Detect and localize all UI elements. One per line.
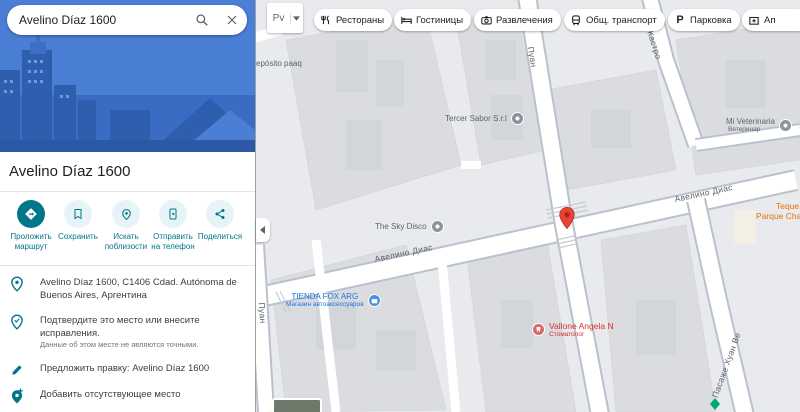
poi-generic-icon xyxy=(430,220,444,233)
search-box[interactable]: Avelino Díaz 1600 xyxy=(7,5,247,35)
hotel-icon xyxy=(400,14,412,26)
satellite-layer-thumbnail[interactable] xyxy=(272,398,322,412)
chip-hotels[interactable]: Гостиницы xyxy=(394,9,472,31)
pencil-icon xyxy=(12,365,22,375)
chip-entertainment[interactable]: Развлечения xyxy=(474,9,561,31)
chip-restaurants-label: Рестораны xyxy=(336,14,385,26)
chevron-down-icon xyxy=(293,15,300,21)
divider xyxy=(0,265,255,266)
poi-tienda-fox-label: TIENDA FOX ARG xyxy=(291,292,359,301)
poi-mi-veterinaria[interactable]: Mi Veterinaria Ветеринар xyxy=(726,117,792,133)
chip-pharmacy[interactable]: Ап xyxy=(742,9,800,31)
shopping-bag-icon xyxy=(367,293,381,307)
address-text: Avelino Díaz 1600, C1406 Cdad. Autónoma … xyxy=(40,277,237,301)
directions-label: Проложить маршрут xyxy=(10,232,52,251)
poi-vet-icon xyxy=(778,118,792,132)
chip-restaurants[interactable]: Рестораны xyxy=(314,9,393,31)
language-selector[interactable]: Pv xyxy=(267,3,303,33)
chip-parking-label: Парковка xyxy=(690,14,732,26)
action-bar: Проложить маршрут Сохранить Искать побли… xyxy=(0,200,255,260)
poi-generic-icon xyxy=(510,112,524,125)
poi-sky-disco[interactable]: The Sky Disco xyxy=(375,220,444,233)
dentist-icon xyxy=(532,323,545,336)
chip-pharmacy-label: Ап xyxy=(764,14,776,26)
place-panel: Avelino Díaz 1600 Avelino Díaz 1600 Прол… xyxy=(0,0,255,412)
confirm-note: Данные об этом месте не являются точными… xyxy=(40,340,199,349)
send-to-phone-icon xyxy=(159,200,187,228)
confirm-text: Подтвердите это место или внесите исправ… xyxy=(40,314,248,350)
poi-tercer-sabor-label: Tercer Sabor S.r.l xyxy=(445,114,507,123)
poi-tienda-fox-sub: Магазин автоаксессуаров xyxy=(286,301,364,308)
chevron-left-icon xyxy=(260,226,265,234)
save-label: Сохранить xyxy=(58,232,98,241)
pharmacy-icon xyxy=(748,14,760,26)
nearby-button[interactable]: Искать поблизости xyxy=(102,200,150,252)
map-label-teque[interactable]: Teque xyxy=(776,201,799,211)
collapse-panel-button[interactable] xyxy=(256,218,270,242)
bookmark-icon xyxy=(64,200,92,228)
location-pin-icon xyxy=(11,276,23,292)
send-to-phone-label: Отправить на телефон xyxy=(151,232,195,251)
chip-parking[interactable]: P Парковка xyxy=(668,9,740,31)
language-label: Pv xyxy=(267,12,291,24)
pegman-marker-icon[interactable] xyxy=(710,398,720,410)
map-canvas[interactable]: Авелино Диас Авелино Диас Пуан Кастро Па… xyxy=(256,0,800,412)
poi-sky-disco-label: The Sky Disco xyxy=(375,222,427,231)
save-button[interactable]: Сохранить xyxy=(54,200,102,242)
poi-vallone-label: Vallone Angela N xyxy=(549,321,614,331)
suggest-edit-text: Предложить правку: Avelino Díaz 1600 xyxy=(40,363,210,374)
directions-icon xyxy=(17,200,45,228)
chip-entertainment-label: Развлечения xyxy=(496,14,553,26)
map-label-parque[interactable]: Parque Cha xyxy=(756,211,800,221)
restaurant-icon xyxy=(320,14,332,26)
chip-hotels-label: Гостиницы xyxy=(416,14,464,26)
poi-vallone[interactable]: Vallone Angela N Стоматолог xyxy=(532,321,614,338)
poi-mi-veterinaria-label: Mi Veterinaria xyxy=(726,117,775,126)
add-location-icon xyxy=(11,388,23,404)
poi-vallone-sub: Стоматолог xyxy=(549,331,585,338)
poi-tienda-fox-text: TIENDA FOX ARG Магазин автоаксессуаров xyxy=(286,292,364,308)
selected-place-pin-icon[interactable] xyxy=(559,206,575,230)
chip-transit[interactable]: Общ. транспорт xyxy=(564,9,665,31)
nearby-label: Искать поблизости xyxy=(104,232,148,251)
close-icon[interactable] xyxy=(217,5,247,35)
poi-vallone-text: Vallone Angela N Стоматолог xyxy=(549,321,614,338)
add-place-text: Добавить отсутствующее место xyxy=(40,389,181,400)
poi-mi-veterinaria-sub: Ветеринар xyxy=(728,126,761,133)
send-to-phone-button[interactable]: Отправить на телефон xyxy=(149,200,197,252)
maps-window: Avelino Díaz 1600 Avelino Díaz 1600 Прол… xyxy=(0,0,800,412)
poi-mi-veterinaria-text: Mi Veterinaria Ветеринар xyxy=(726,117,775,133)
camera-icon xyxy=(480,14,492,26)
chip-transit-label: Общ. транспорт xyxy=(586,14,657,26)
map-label-deposito[interactable]: epósito paaq xyxy=(256,59,302,68)
place-title: Avelino Díaz 1600 xyxy=(9,163,131,180)
check-pin-icon xyxy=(11,314,23,330)
poi-tienda-fox[interactable]: TIENDA FOX ARG Магазин автоаксессуаров xyxy=(286,292,381,308)
transit-icon xyxy=(570,14,582,26)
share-icon xyxy=(206,200,234,228)
confirm-label: Подтвердите это место или внесите исправ… xyxy=(40,315,200,339)
poi-tercer-sabor[interactable]: Tercer Sabor S.r.l xyxy=(445,112,524,125)
street-label-left-edge: Пуан xyxy=(256,302,269,324)
parking-icon: P xyxy=(676,14,684,26)
search-icon[interactable] xyxy=(187,5,217,35)
search-input[interactable]: Avelino Díaz 1600 xyxy=(19,13,187,27)
share-button[interactable]: Поделиться xyxy=(196,200,244,242)
directions-button[interactable]: Проложить маршрут xyxy=(7,200,55,252)
share-label: Поделиться xyxy=(197,232,243,241)
nearby-icon xyxy=(112,200,140,228)
divider xyxy=(0,191,255,192)
